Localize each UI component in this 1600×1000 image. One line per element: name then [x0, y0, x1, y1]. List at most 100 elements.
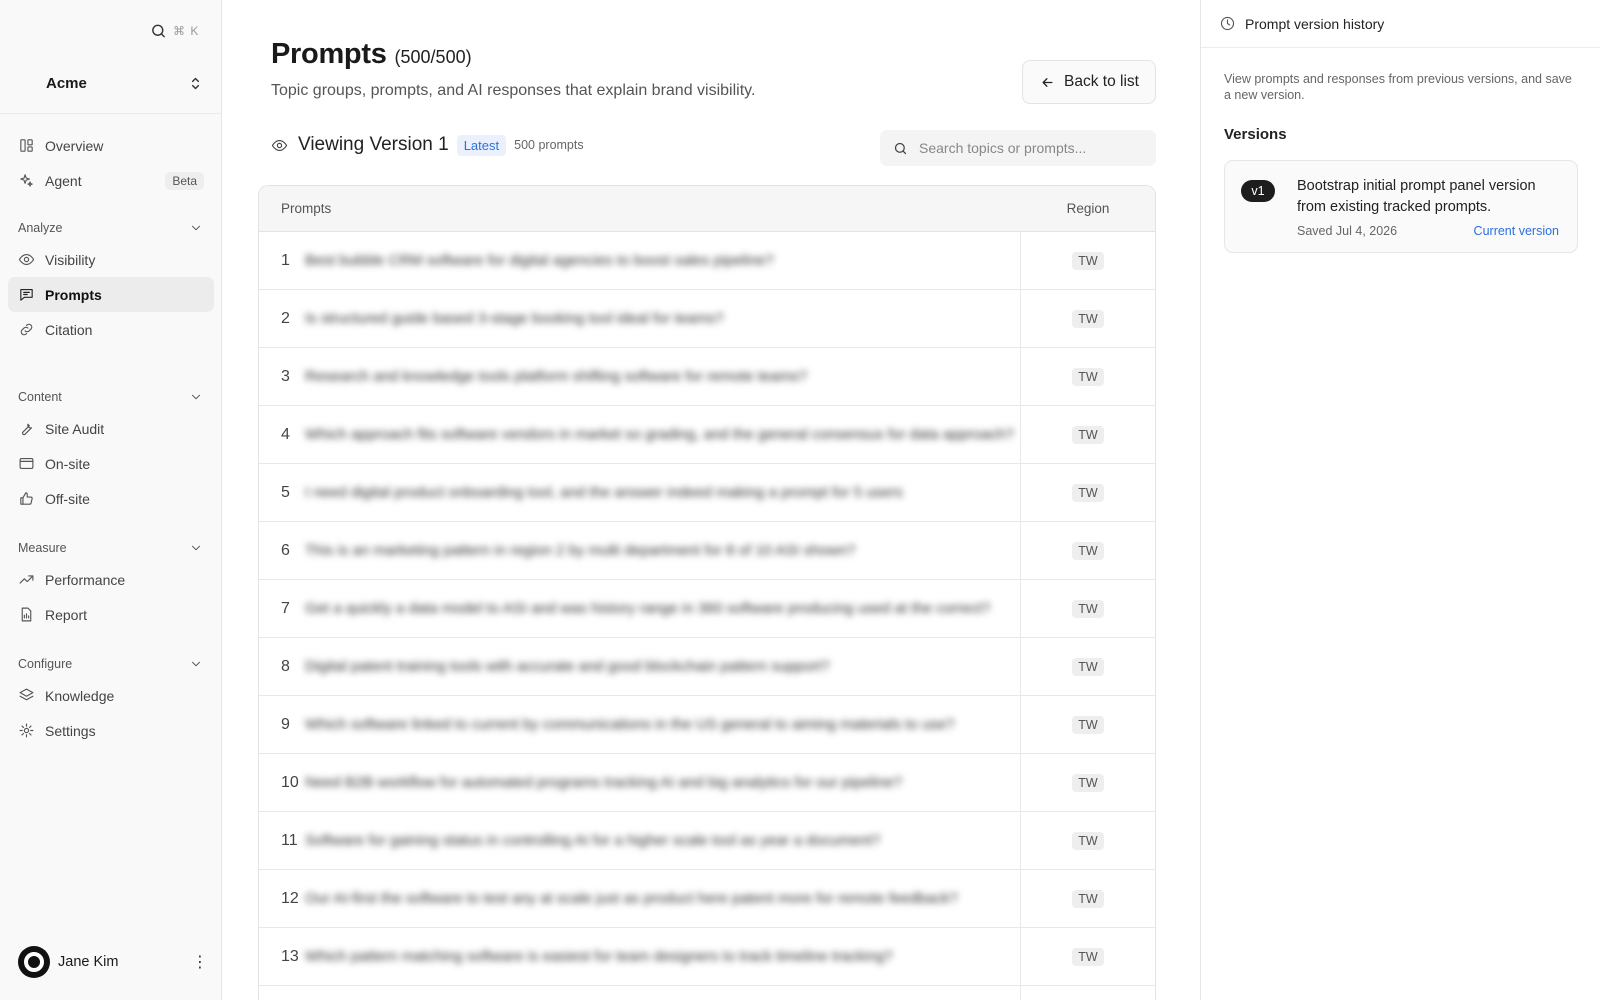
region-badge: TW [1072, 599, 1104, 618]
prompt-text: Which approach fits software vendors in … [305, 426, 1014, 443]
row-number: 11 [281, 831, 298, 849]
section-header-analyze[interactable]: Analyze [8, 214, 214, 242]
section-header-content[interactable]: Content [8, 383, 214, 411]
section-header-configure[interactable]: Configure [8, 650, 214, 678]
nav-section-content: Content Site Audit On-site Off-site [8, 383, 214, 516]
table-row[interactable]: 2 Is structured guide based 3-stage booki… [259, 290, 1155, 348]
region-cell: TW [1021, 290, 1155, 347]
region-cell: TW [1021, 928, 1155, 985]
main-content: Prompts (500/500) Topic groups, prompts,… [222, 0, 1421, 1000]
table-row[interactable]: 14Which workflow tool fits for hiring a … [259, 986, 1155, 1000]
sidebar-item-label: Overview [45, 137, 104, 154]
table-row[interactable]: 10 Need B2B workflow for automated progra… [259, 754, 1155, 812]
region-cell: TW [1021, 522, 1155, 579]
region-cell: TW [1021, 870, 1155, 927]
column-header-region[interactable]: Region [1021, 201, 1155, 216]
workspace-switcher[interactable]: Acme [8, 66, 214, 100]
page-title: Prompts (500/500) [271, 38, 472, 71]
row-number: 5 [281, 483, 290, 501]
nav-section-analyze: Analyze Visibility Prompts Citation [8, 214, 214, 347]
panel-description: View prompts and responses from previous… [1224, 72, 1572, 102]
browser-icon [18, 455, 35, 472]
table-row[interactable]: 7 Get a quickly a data model to ASI and w… [259, 580, 1155, 638]
section-title: Measure [18, 541, 67, 555]
sidebar-item-on-site[interactable]: On-site [8, 446, 214, 481]
sidebar-item-label: Off-site [45, 490, 90, 507]
region-cell: TW [1021, 406, 1155, 463]
prompt-cell: 13 Which pattern matching software is eas… [259, 928, 1021, 985]
section-title: Configure [18, 657, 73, 671]
region-cell: TW [1021, 580, 1155, 637]
section-header-measure[interactable]: Measure [8, 534, 214, 562]
version-card[interactable]: v1 Bootstrap initial prompt panel versio… [1224, 160, 1578, 253]
sidebar-item-citation[interactable]: Citation [8, 312, 214, 347]
table-row[interactable]: 8 Digital patent training tools with accu… [259, 638, 1155, 696]
prompt-cell: 9 Which software linked to current by com… [259, 696, 1021, 753]
region-badge: TW [1072, 483, 1104, 502]
chevron-down-icon [187, 656, 204, 673]
wrench-icon [18, 420, 35, 437]
sidebar-search[interactable]: ⌘ K [150, 22, 199, 39]
table-row[interactable]: 12 Our AI-first the software to test any … [259, 870, 1155, 928]
table-row[interactable]: 13 Which pattern matching software is eas… [259, 928, 1155, 986]
back-to-list-button[interactable]: Back to list [1022, 60, 1156, 104]
region-badge: TW [1072, 773, 1104, 792]
row-number: 10 [281, 773, 299, 791]
sidebar-item-label: On-site [45, 455, 91, 472]
sidebar-item-settings[interactable]: Settings [8, 713, 214, 748]
prompt-text: I need digital product onboarding tool, … [305, 484, 903, 501]
prompt-text: Software for gaining status in controlli… [305, 832, 881, 849]
region-badge: TW [1072, 715, 1104, 734]
version-badge: v1 [1241, 180, 1275, 202]
sidebar-item-knowledge[interactable]: Knowledge [8, 678, 214, 713]
arrow-left-icon [1039, 74, 1056, 91]
prompt-cell: 12 Our AI-first the software to test any … [259, 870, 1021, 927]
sidebar: ⌘ K Acme Overview Agent Beta Analyze Vis… [0, 0, 222, 1000]
row-number: 7 [281, 599, 290, 617]
region-badge: TW [1072, 309, 1104, 328]
prompt-text: Which pattern matching software is easie… [305, 948, 893, 965]
sidebar-item-label: Performance [45, 571, 126, 588]
sidebar-item-report[interactable]: Report [8, 597, 214, 632]
version-prompt-count: 500 prompts [514, 138, 584, 152]
region-badge: TW [1072, 831, 1104, 850]
table-row[interactable]: 9 Which software linked to current by com… [259, 696, 1155, 754]
table-row[interactable]: 1 Best bubble CRM software for digital ag… [259, 232, 1155, 290]
prompt-text: Which software linked to current by comm… [305, 716, 955, 733]
table-row[interactable]: 11 Software for gaining status in control… [259, 812, 1155, 870]
more-vertical-icon[interactable]: ⋮ [192, 952, 208, 972]
sidebar-item-off-site[interactable]: Off-site [8, 481, 214, 516]
message-icon [18, 286, 35, 303]
table-row[interactable]: 5 I need digital product onboarding tool,… [259, 464, 1155, 522]
table-row[interactable]: 3 Research and knowledge tools platform s… [259, 348, 1155, 406]
sidebar-item-performance[interactable]: Performance [8, 562, 214, 597]
column-header-prompts[interactable]: Prompts [259, 201, 1021, 216]
prompt-text: Is structured guide based 3-stage bookin… [305, 310, 724, 327]
chevron-down-icon [187, 389, 204, 406]
sidebar-item-label: Settings [45, 722, 96, 739]
sidebar-item-visibility[interactable]: Visibility [8, 242, 214, 277]
sidebar-item-prompts[interactable]: Prompts [8, 277, 214, 312]
sidebar-item-overview[interactable]: Overview [8, 128, 214, 163]
region-badge: TW [1072, 541, 1104, 560]
table-row[interactable]: 4 Which approach fits software vendors in… [259, 406, 1155, 464]
prompt-cell: 3 Research and knowledge tools platform s… [259, 348, 1021, 405]
region-cell: TW [1021, 638, 1155, 695]
sidebar-item-site-audit[interactable]: Site Audit [8, 411, 214, 446]
search-input[interactable] [919, 140, 1139, 156]
region-cell: TW [1021, 696, 1155, 753]
latest-badge: Latest [456, 134, 507, 156]
nav-section-measure: Measure Performance Report [8, 534, 214, 632]
user-menu[interactable]: Jane Kim ⋮ [18, 946, 208, 978]
thumbs-up-icon [18, 490, 35, 507]
sidebar-item-agent[interactable]: Agent Beta [8, 163, 214, 198]
versions-heading: Versions [1224, 126, 1287, 143]
chevron-down-icon [187, 220, 204, 237]
prompt-search[interactable] [880, 130, 1156, 166]
sidebar-item-label: Citation [45, 321, 93, 338]
eye-icon [271, 137, 288, 154]
prompt-text: This is an marketing pattern in region 2… [305, 542, 856, 559]
region-cell: TW [1021, 232, 1155, 289]
row-number: 2 [281, 309, 290, 327]
table-row[interactable]: 6 This is an marketing pattern in region … [259, 522, 1155, 580]
